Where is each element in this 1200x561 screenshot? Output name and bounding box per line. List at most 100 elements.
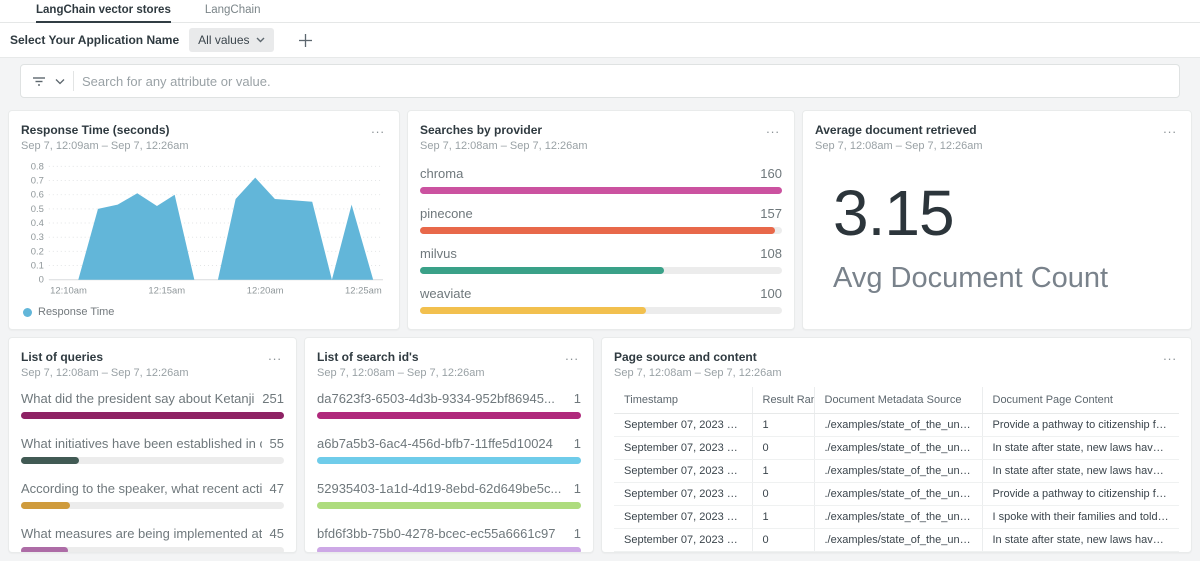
dashboard-tab-bar: LangChain vector stores LangChain [0,0,1200,23]
table-row[interactable]: September 07, 2023 0:25:230./examples/st… [614,437,1179,460]
bar-label: da7623f3-6503-4d3b-9334-952bf86945... [317,391,566,406]
svg-text:0.8: 0.8 [31,161,44,172]
bar-fill [420,307,646,314]
table-cell: ./examples/state_of_the_union.txt [814,460,982,483]
table-cell: ./examples/state_of_the_union.txt [814,414,982,437]
bar-track [21,502,284,509]
bar-fill [317,412,581,419]
tab-langchain[interactable]: LangChain [205,0,261,23]
bar-value: 160 [760,166,782,181]
card-title: Page source and content [614,350,782,364]
chevron-down-icon [256,37,265,43]
svg-text:12:20am: 12:20am [247,286,284,297]
bar-row[interactable]: What initiatives have been established i… [21,436,284,464]
bar-label: milvus [420,246,752,261]
bar-fill [420,267,664,274]
table-cell: September 07, 2023 0:25:23 [614,437,752,460]
bar-row[interactable]: milvus 108 [420,246,782,274]
card-title: Searches by provider [420,123,588,137]
bar-row[interactable]: weaviate100 [420,286,782,314]
add-filter-button[interactable] [296,31,315,50]
card-menu-button[interactable]: ... [764,123,782,135]
bar-track [317,502,581,509]
search-input[interactable] [82,74,1169,89]
table-cell: Provide a pathway to citizenship for Dre… [982,414,1179,437]
column-header[interactable]: Document Metadata Source [814,387,982,414]
table-row[interactable]: September 07, 2023 0:25:210./examples/st… [614,529,1179,552]
table-row[interactable]: September 07, 2023 0:25:231./examples/st… [614,414,1179,437]
table-cell: ./examples/state_of_the_union.txt [814,506,982,529]
filter-icon [31,74,47,88]
bar-row[interactable]: 52935403-1a1d-4d19-8ebd-62d649be5c...1 [317,481,581,509]
search-strip [0,58,1200,104]
svg-text:12:15am: 12:15am [148,286,185,297]
provider-bar-list: chroma 160 pinecone 157 milvus 108 weaviate100 [420,166,782,314]
bar-label: chroma [420,166,752,181]
tab-langchain-vector-stores[interactable]: LangChain vector stores [36,0,171,23]
bar-value: 100 [760,286,782,301]
table-row[interactable]: September 07, 2023 0:25:221./examples/st… [614,460,1179,483]
bar-label: pinecone [420,206,752,221]
table-row[interactable]: September 07, 2023 0:25:211./examples/st… [614,506,1179,529]
bar-label: 52935403-1a1d-4d19-8ebd-62d649be5c... [317,481,566,496]
bar-value: 157 [760,206,782,221]
card-menu-button[interactable]: ... [1161,123,1179,135]
bar-label: What initiatives have been established i… [21,436,262,451]
svg-text:0.5: 0.5 [31,204,44,215]
bar-row[interactable]: What measures are being implemented at .… [21,526,284,553]
bar-fill [21,547,68,553]
table-cell: September 07, 2023 0:25:21 [614,506,752,529]
table-cell: 0 [752,483,814,506]
query-bar-list: What did the president say about Ketanji… [21,391,284,553]
card-time-range: Sep 7, 12:08am – Sep 7, 12:26am [420,140,588,152]
bar-value: 251 [262,391,284,406]
bar-row[interactable]: bfd6f3bb-75b0-4278-bcec-ec55a6661c971 [317,526,581,553]
card-time-range: Sep 7, 12:08am – Sep 7, 12:26am [614,367,782,379]
bar-fill [21,457,79,464]
application-name-dropdown[interactable]: All values [189,28,273,52]
card-average-document-retrieved: Average document retrieved Sep 7, 12:08a… [802,110,1192,330]
column-header[interactable]: Document Page Content [982,387,1179,414]
cards-row-2: List of queries Sep 7, 12:08am – Sep 7, … [0,337,1200,553]
chevron-down-icon [55,78,65,85]
bar-value: 1 [574,436,581,451]
table-row[interactable]: September 07, 2023 0:25:220./examples/st… [614,483,1179,506]
page-source-table: TimestampResult RankDocument Metadata So… [614,387,1179,552]
card-list-of-search-ids: List of search id's Sep 7, 12:08am – Sep… [304,337,594,553]
bar-row[interactable]: pinecone 157 [420,206,782,234]
card-title: Average document retrieved [815,123,983,137]
card-menu-button[interactable]: ... [1161,350,1179,362]
bar-value: 45 [270,526,284,541]
svg-text:0.4: 0.4 [31,218,44,229]
filter-menu-button[interactable] [31,74,47,88]
card-time-range: Sep 7, 12:08am – Sep 7, 12:26am [21,367,189,379]
column-header[interactable]: Result Rank [752,387,814,414]
svg-text:0.7: 0.7 [31,175,44,186]
card-menu-button[interactable]: ... [563,350,581,362]
bar-row[interactable]: a6b7a5b3-6ac4-456d-bfb7-11ffe5d100241 [317,436,581,464]
bar-track [420,307,782,314]
table-cell: In state after state, new laws have been… [982,437,1179,460]
billboard-label: Avg Document Count [833,262,1179,295]
chart-legend[interactable]: Response Time [21,306,387,318]
bar-row[interactable]: da7623f3-6503-4d3b-9334-952bf86945...1 [317,391,581,419]
bar-track [420,187,782,194]
dropdown-value: All values [198,33,249,47]
dashboard-page: LangChain vector stores LangChain Select… [0,0,1200,553]
table-cell: 1 [752,414,814,437]
bar-row[interactable]: According to the speaker, what recent ac… [21,481,284,509]
cards-row-1: Response Time (seconds) Sep 7, 12:09am –… [0,110,1200,330]
card-response-time: Response Time (seconds) Sep 7, 12:09am –… [8,110,400,330]
table-cell: Provide a pathway to citizenship for Dre… [982,483,1179,506]
column-header[interactable]: Timestamp [614,387,752,414]
bar-fill [21,502,70,509]
card-menu-button[interactable]: ... [369,123,387,135]
bar-row[interactable]: What did the president say about Ketanji… [21,391,284,419]
bar-track [420,227,782,234]
table-cell: In state after state, new laws have been… [982,529,1179,552]
card-menu-button[interactable]: ... [266,350,284,362]
bar-row[interactable]: chroma 160 [420,166,782,194]
filter-dropdown-button[interactable] [55,78,65,85]
bar-value: 108 [760,246,782,261]
plus-icon [298,33,313,48]
